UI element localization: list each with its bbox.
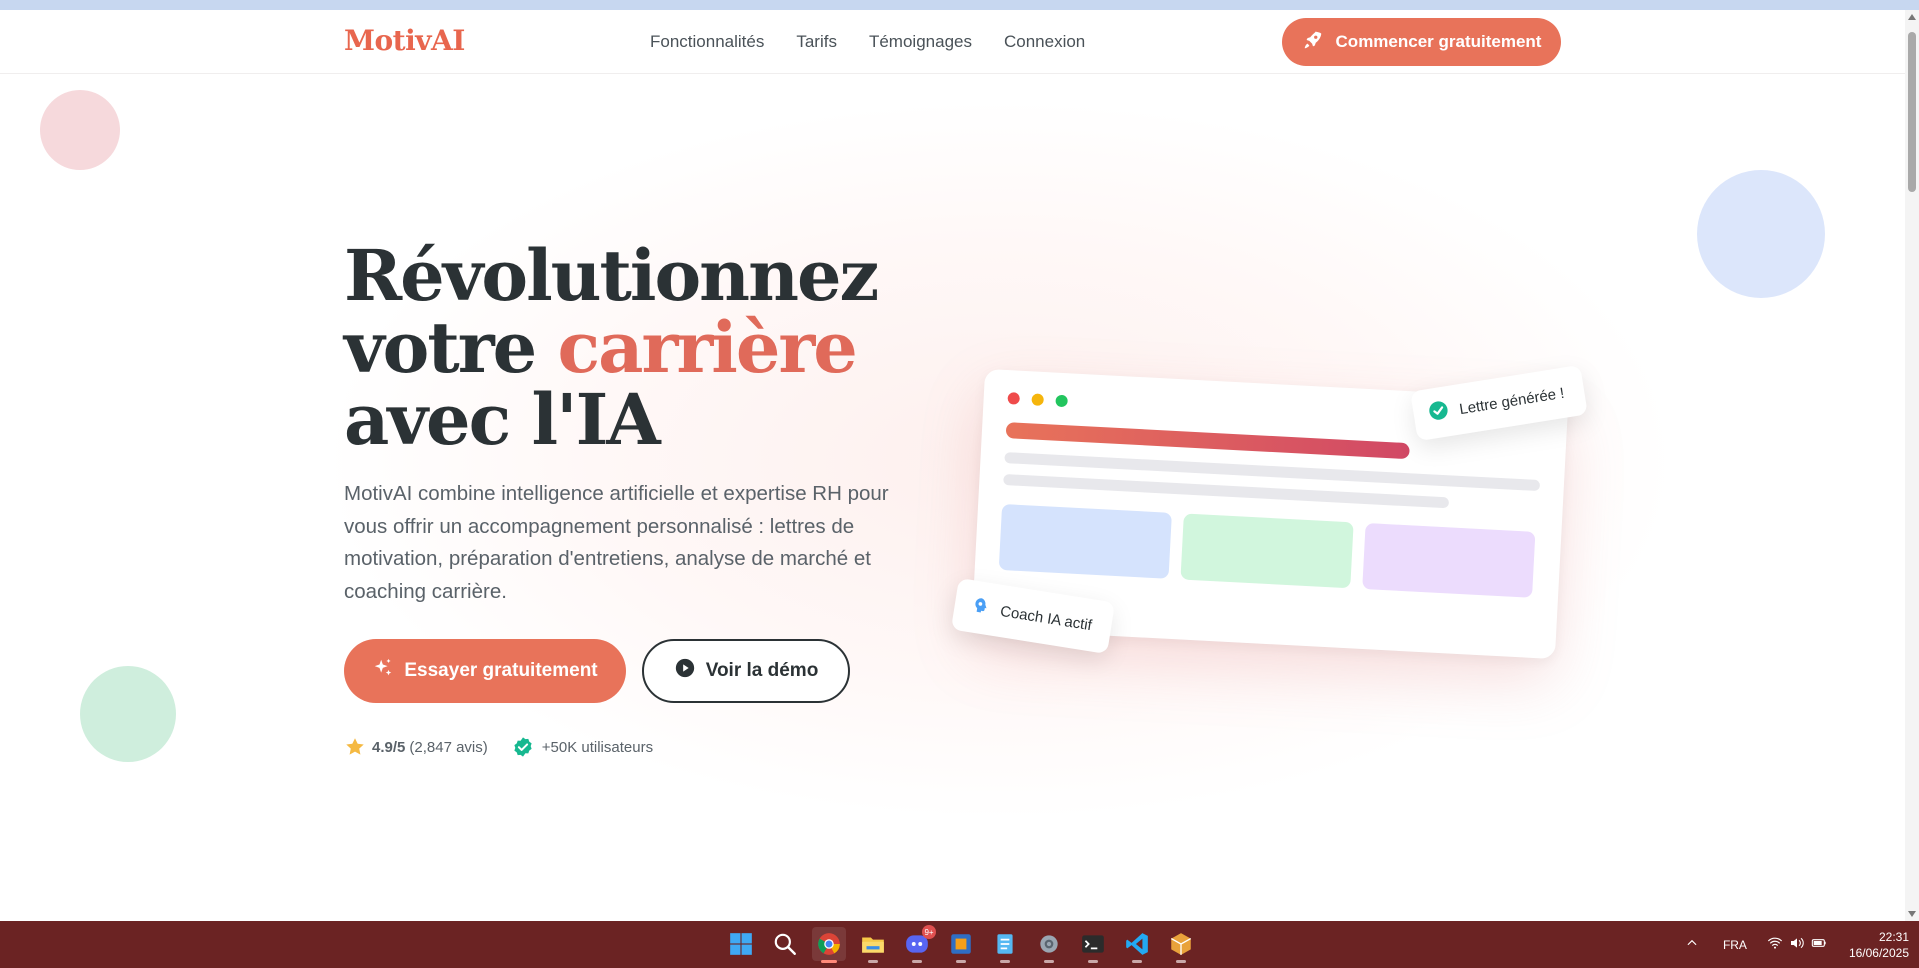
watch-demo-label: Voir la démo — [705, 660, 819, 681]
try-free-label: Essayer gratuitement — [404, 660, 598, 681]
open-app-indicator — [1000, 960, 1010, 963]
system-tray: FRA 22:31 16/06/2025 — [1685, 921, 1909, 968]
clock[interactable]: 22:31 16/06/2025 — [1849, 929, 1909, 961]
hero-title-accent: carrière — [557, 306, 857, 389]
check-circle-icon — [1426, 398, 1452, 427]
chrome-icon[interactable] — [812, 927, 846, 963]
mockup-gradient-bar — [1005, 422, 1410, 460]
battery-icon — [1811, 935, 1827, 954]
terminal-icon[interactable] — [1076, 927, 1110, 963]
scrollbar-thumb[interactable] — [1908, 32, 1916, 192]
file-explorer-icon[interactable] — [856, 927, 890, 963]
open-app-indicator — [1088, 960, 1098, 963]
window-dot-red — [1007, 392, 1021, 405]
decorative-bubble-pink — [40, 90, 120, 170]
users-count: +50K utilisateurs — [541, 738, 654, 756]
brain-icon — [969, 594, 993, 621]
hero-title: Révolutionnez votre carrière avec l'IA — [344, 240, 904, 456]
settings-icon[interactable] — [1032, 927, 1066, 963]
open-app-indicator — [912, 960, 922, 963]
open-app-indicator — [1176, 960, 1186, 963]
windows-taskbar: 9+ FRA 22:31 16/06/2025 — [0, 921, 1919, 968]
tray-status-icons[interactable] — [1767, 935, 1827, 954]
scroll-down-arrow-icon[interactable] — [1908, 911, 1916, 917]
verified-icon — [512, 736, 534, 758]
open-app-indicator — [868, 960, 878, 963]
play-circle-icon — [674, 657, 696, 685]
clock-time: 22:31 — [1878, 929, 1909, 944]
try-free-button[interactable]: Essayer gratuitement — [344, 639, 626, 703]
notepad-icon[interactable] — [988, 927, 1022, 963]
decorative-bubble-blue — [1697, 170, 1825, 298]
hero-description: MotivAI combine intelligence artificiell… — [344, 482, 889, 603]
start-free-label: Commencer gratuitement — [1335, 32, 1542, 51]
hero-title-part2: avec l'IA — [344, 378, 661, 461]
navbar: MotivAI Fonctionnalités Tarifs Témoignag… — [0, 10, 1905, 74]
social-proof: 4.9/5 (2,847 avis) +50K utilisateurs — [344, 736, 653, 758]
open-app-indicator — [1132, 960, 1142, 963]
notification-badge: 9+ — [922, 925, 936, 939]
letter-generated-label: Lettre générée ! — [1458, 384, 1566, 418]
nav-link-tarifs[interactable]: Tarifs — [796, 32, 837, 52]
browser-top-strip — [0, 0, 1919, 10]
mockup-card-blue — [998, 503, 1172, 579]
coach-active-label: Coach IA actif — [999, 602, 1094, 634]
wifi-icon — [1767, 935, 1783, 954]
clock-date: 16/06/2025 — [1848, 945, 1909, 960]
active-app-indicator — [821, 960, 837, 963]
open-app-indicator — [1044, 960, 1054, 963]
window-dot-yellow — [1031, 393, 1044, 406]
search-icon[interactable] — [768, 927, 802, 961]
package-app-icon[interactable] — [1164, 927, 1198, 963]
start-free-button[interactable]: Commencer gratuitement — [1282, 18, 1561, 66]
logo[interactable]: MotivAI — [344, 24, 465, 57]
decorative-bubble-green — [80, 666, 176, 762]
star-icon — [344, 736, 366, 758]
page-scrollbar[interactable] — [1905, 10, 1919, 921]
mockup-card-purple — [1362, 523, 1536, 598]
page-viewport: MotivAI Fonctionnalités Tarifs Témoignag… — [0, 10, 1905, 921]
vscode-icon[interactable] — [1120, 927, 1154, 963]
nav-links: Fonctionnalités Tarifs Témoignages Conne… — [650, 32, 1085, 52]
rating-value: 4.9/5 — [372, 738, 406, 756]
volume-icon — [1789, 935, 1805, 954]
discord-icon[interactable]: 9+ — [900, 925, 936, 963]
open-app-indicator — [956, 960, 966, 963]
sparkles-icon — [372, 657, 394, 685]
rocket-icon — [1302, 29, 1324, 56]
language-indicator[interactable]: FRA — [1723, 938, 1747, 952]
mockup-card-green — [1180, 513, 1354, 589]
nav-link-fonctionnalites[interactable]: Fonctionnalités — [650, 32, 764, 52]
watch-demo-button[interactable]: Voir la démo — [642, 639, 850, 703]
scroll-up-arrow-icon[interactable] — [1908, 14, 1916, 20]
virtualbox-icon[interactable] — [944, 927, 978, 963]
nav-link-temoignages[interactable]: Témoignages — [869, 32, 972, 52]
chevron-up-icon[interactable] — [1685, 936, 1699, 953]
taskbar-apps: 9+ — [724, 925, 1198, 963]
rating-reviews: (2,847 avis) — [409, 738, 488, 756]
windows-start-icon[interactable] — [724, 927, 758, 961]
window-dot-green — [1055, 394, 1068, 408]
nav-link-connexion[interactable]: Connexion — [1004, 32, 1085, 52]
